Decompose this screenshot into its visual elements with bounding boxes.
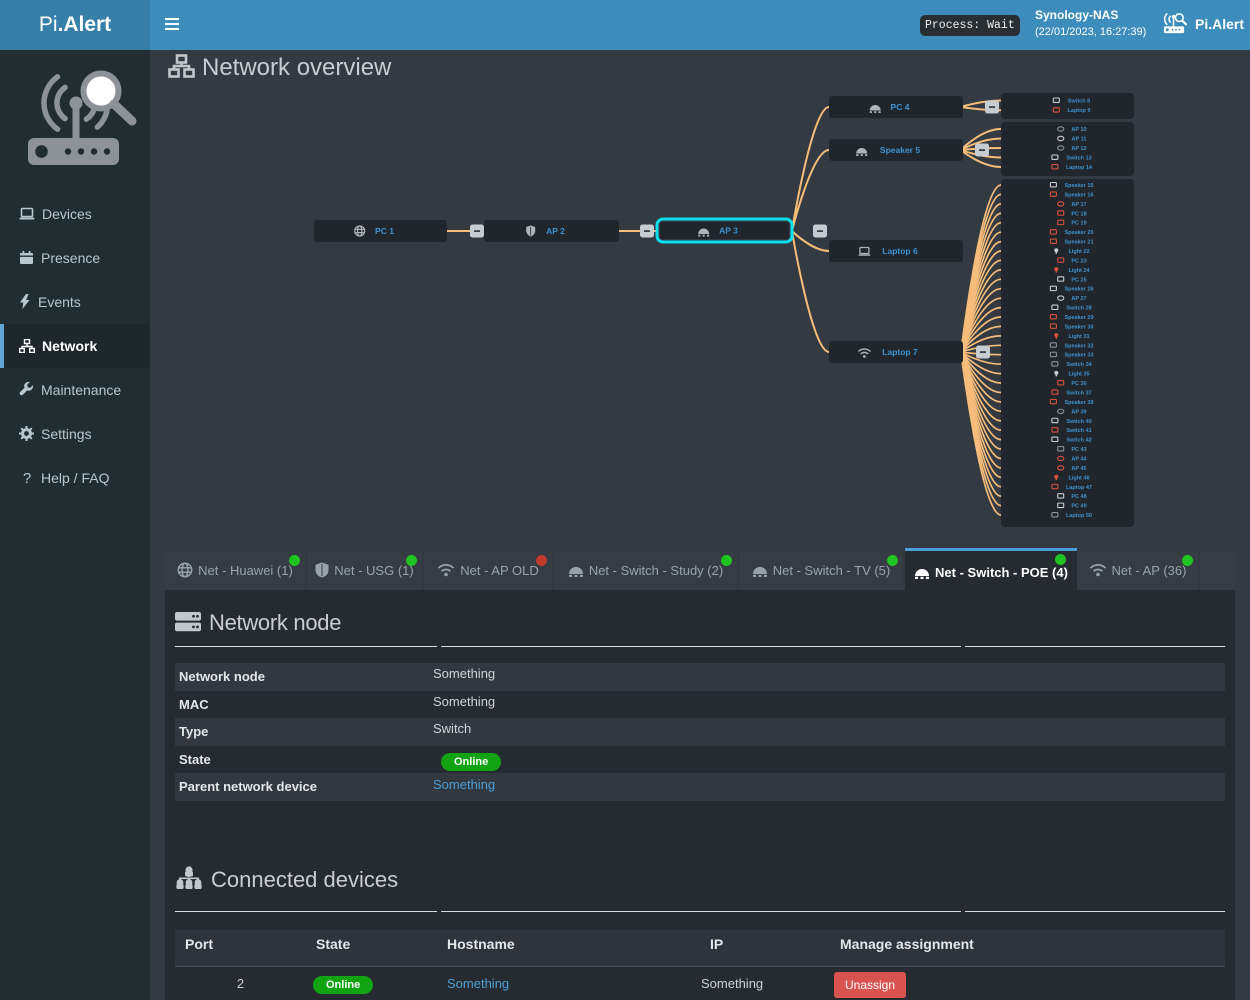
svg-text:Switch 13: Switch 13 bbox=[1066, 156, 1091, 162]
svg-text:Laptop 50: Laptop 50 bbox=[1066, 513, 1092, 519]
svg-text:Speaker 21: Speaker 21 bbox=[1064, 240, 1093, 246]
svg-text:Speaker 32: Speaker 32 bbox=[1064, 343, 1093, 349]
svg-text:Speaker 38: Speaker 38 bbox=[1064, 400, 1093, 406]
svg-text:AP 10: AP 10 bbox=[1071, 127, 1086, 133]
svg-text:Switch 37: Switch 37 bbox=[1066, 390, 1091, 396]
svg-text:PC 19: PC 19 bbox=[1071, 221, 1086, 227]
svg-text:Light 22: Light 22 bbox=[1068, 249, 1089, 255]
svg-text:Speaker 30: Speaker 30 bbox=[1064, 324, 1093, 330]
svg-text:Switch 8: Switch 8 bbox=[1068, 99, 1090, 105]
svg-text:PC 43: PC 43 bbox=[1071, 447, 1086, 453]
svg-text:AP 39: AP 39 bbox=[1071, 409, 1086, 415]
svg-text:Speaker 29: Speaker 29 bbox=[1064, 315, 1093, 321]
svg-text:Speaker 15: Speaker 15 bbox=[1064, 183, 1093, 189]
svg-text:AP 45: AP 45 bbox=[1071, 466, 1086, 472]
svg-text:Speaker 20: Speaker 20 bbox=[1064, 230, 1093, 236]
svg-text:AP 11: AP 11 bbox=[1072, 137, 1087, 143]
svg-text:PC 4: PC 4 bbox=[891, 102, 910, 112]
svg-text:Light 46: Light 46 bbox=[1068, 475, 1089, 481]
svg-text:Switch 34: Switch 34 bbox=[1066, 362, 1092, 368]
svg-text:PC 36: PC 36 bbox=[1071, 381, 1086, 387]
svg-text:Laptop 6: Laptop 6 bbox=[882, 246, 918, 256]
svg-text:Switch 41: Switch 41 bbox=[1066, 428, 1091, 434]
svg-text:Light 31: Light 31 bbox=[1068, 334, 1089, 340]
svg-text:PC 48: PC 48 bbox=[1071, 494, 1086, 500]
svg-text:AP 44: AP 44 bbox=[1071, 456, 1087, 462]
svg-text:AP 12: AP 12 bbox=[1071, 146, 1086, 152]
svg-text:AP 2: AP 2 bbox=[546, 226, 565, 236]
svg-text:PC 1: PC 1 bbox=[375, 226, 394, 236]
svg-text:Laptop 47: Laptop 47 bbox=[1066, 485, 1092, 491]
svg-text:PC 18: PC 18 bbox=[1071, 211, 1086, 217]
svg-text:PC 23: PC 23 bbox=[1071, 258, 1086, 264]
svg-text:Switch 28: Switch 28 bbox=[1066, 306, 1091, 312]
svg-text:Light 35: Light 35 bbox=[1068, 372, 1089, 378]
svg-text:AP 17: AP 17 bbox=[1071, 202, 1086, 208]
svg-text:Speaker 26: Speaker 26 bbox=[1064, 287, 1093, 293]
svg-text:Switch 42: Switch 42 bbox=[1066, 438, 1091, 444]
svg-text:PC 49: PC 49 bbox=[1071, 504, 1086, 510]
svg-text:Laptop 14: Laptop 14 bbox=[1066, 165, 1093, 171]
svg-text:AP 27: AP 27 bbox=[1071, 296, 1086, 302]
svg-text:Light 24: Light 24 bbox=[1068, 268, 1090, 274]
svg-text:Speaker 5: Speaker 5 bbox=[880, 145, 920, 155]
svg-text:Laptop 7: Laptop 7 bbox=[882, 347, 918, 357]
svg-text:PC 25: PC 25 bbox=[1071, 277, 1086, 283]
svg-text:AP 3: AP 3 bbox=[719, 226, 738, 236]
svg-text:Speaker 33: Speaker 33 bbox=[1064, 353, 1093, 359]
svg-text:Switch 40: Switch 40 bbox=[1066, 419, 1091, 425]
svg-text:Laptop 9: Laptop 9 bbox=[1068, 108, 1091, 114]
svg-text:Speaker 16: Speaker 16 bbox=[1064, 192, 1093, 198]
